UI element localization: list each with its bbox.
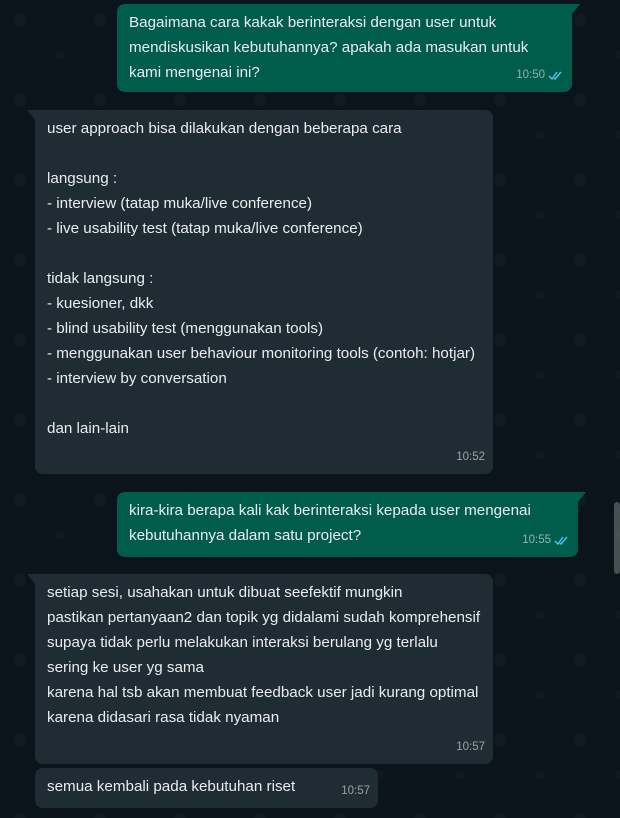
incoming-message[interactable]: setiap sesi, usahakan untuk dibuat seefe… [27, 574, 493, 764]
message-time: 10:55 [522, 534, 551, 546]
message-text: kira-kira berapa kali kak berinteraksi k… [129, 502, 536, 544]
message-time: 10:50 [516, 69, 545, 81]
message-time: 10:57 [341, 785, 370, 797]
outgoing-message[interactable]: Bagaimana cara kakak berinteraksi dengan… [117, 4, 580, 92]
message-meta: 10:52 [456, 445, 485, 470]
message-text: setiap sesi, usahakan untuk dibuat seefe… [47, 584, 481, 726]
chat-message-list[interactable]: Bagaimana cara kakak berinteraksi dengan… [0, 0, 620, 818]
bubble-tail [27, 574, 35, 584]
bubble-tail [578, 492, 586, 502]
message-meta: 10:57 [456, 735, 485, 760]
incoming-message[interactable]: user approach bisa dilakukan dengan bebe… [27, 110, 493, 474]
message-text: Bagaimana cara kakak berinteraksi dengan… [129, 14, 533, 81]
bubble-tail [572, 4, 580, 14]
message-meta: 10:55 [522, 528, 570, 553]
message-text: semua kembali pada kebutuhan riset [47, 778, 296, 795]
message-meta: 10:50 [516, 63, 564, 88]
double-check-icon [554, 536, 568, 546]
message-meta: 10:57 [341, 779, 370, 804]
bubble-tail [27, 110, 35, 120]
outgoing-message[interactable]: kira-kira berapa kali kak berinteraksi k… [117, 492, 586, 557]
message-time: 10:52 [456, 451, 485, 463]
message-text: user approach bisa dilakukan dengan bebe… [47, 120, 476, 437]
incoming-message[interactable]: semua kembali pada kebutuhan riset 10:57 [35, 768, 378, 808]
message-time: 10:57 [456, 741, 485, 753]
double-check-icon [548, 71, 562, 81]
scrollbar-thumb[interactable] [614, 502, 620, 574]
